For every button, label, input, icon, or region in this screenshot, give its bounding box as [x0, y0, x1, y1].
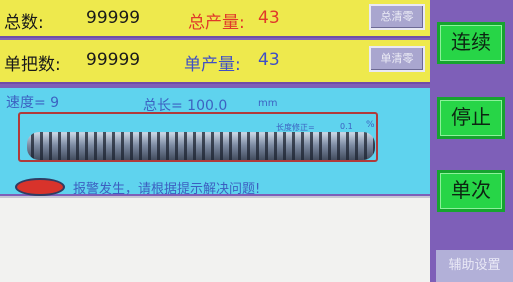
single-output-value: 43 — [258, 50, 280, 70]
total-count-label: 总数: — [4, 13, 44, 33]
alarm-indicator-lamp — [17, 180, 63, 194]
alarm-message: 报警发生，请根据提示解决问题! — [73, 182, 261, 197]
single-clear-button[interactable]: 单清零 — [369, 46, 425, 72]
message-display-area — [0, 196, 430, 282]
main-panel: 总数: 99999 总产量: 43 总清零 单把数: 99999 单产量: 43… — [0, 0, 430, 282]
stop-button[interactable]: 停止 — [437, 97, 505, 139]
total-clear-button[interactable]: 总清零 — [369, 4, 425, 30]
single-cycle-button[interactable]: 单次 — [437, 170, 505, 212]
total-output-label: 总产量: — [188, 13, 245, 33]
length-unit: mm — [258, 98, 278, 109]
speed-readout: 速度= 9 — [6, 95, 60, 111]
single-count-value: 99999 — [86, 50, 141, 70]
total-count-value: 99999 — [86, 8, 141, 28]
single-counter-row: 单把数: 99999 单产量: 43 单清零 — [0, 40, 430, 84]
single-count-label: 单把数: — [4, 55, 61, 75]
total-output-value: 43 — [258, 8, 280, 28]
corrugated-tube-image — [27, 132, 375, 160]
total-counter-row: 总数: 99999 总产量: 43 总清零 — [0, 0, 430, 38]
hmi-screen: 总数: 99999 总产量: 43 总清零 单把数: 99999 单产量: 43… — [0, 0, 513, 282]
single-output-label: 单产量: — [184, 55, 241, 75]
aux-settings-button[interactable]: 辅助设置 — [436, 250, 513, 282]
continuous-button[interactable]: 连续 — [437, 22, 505, 64]
